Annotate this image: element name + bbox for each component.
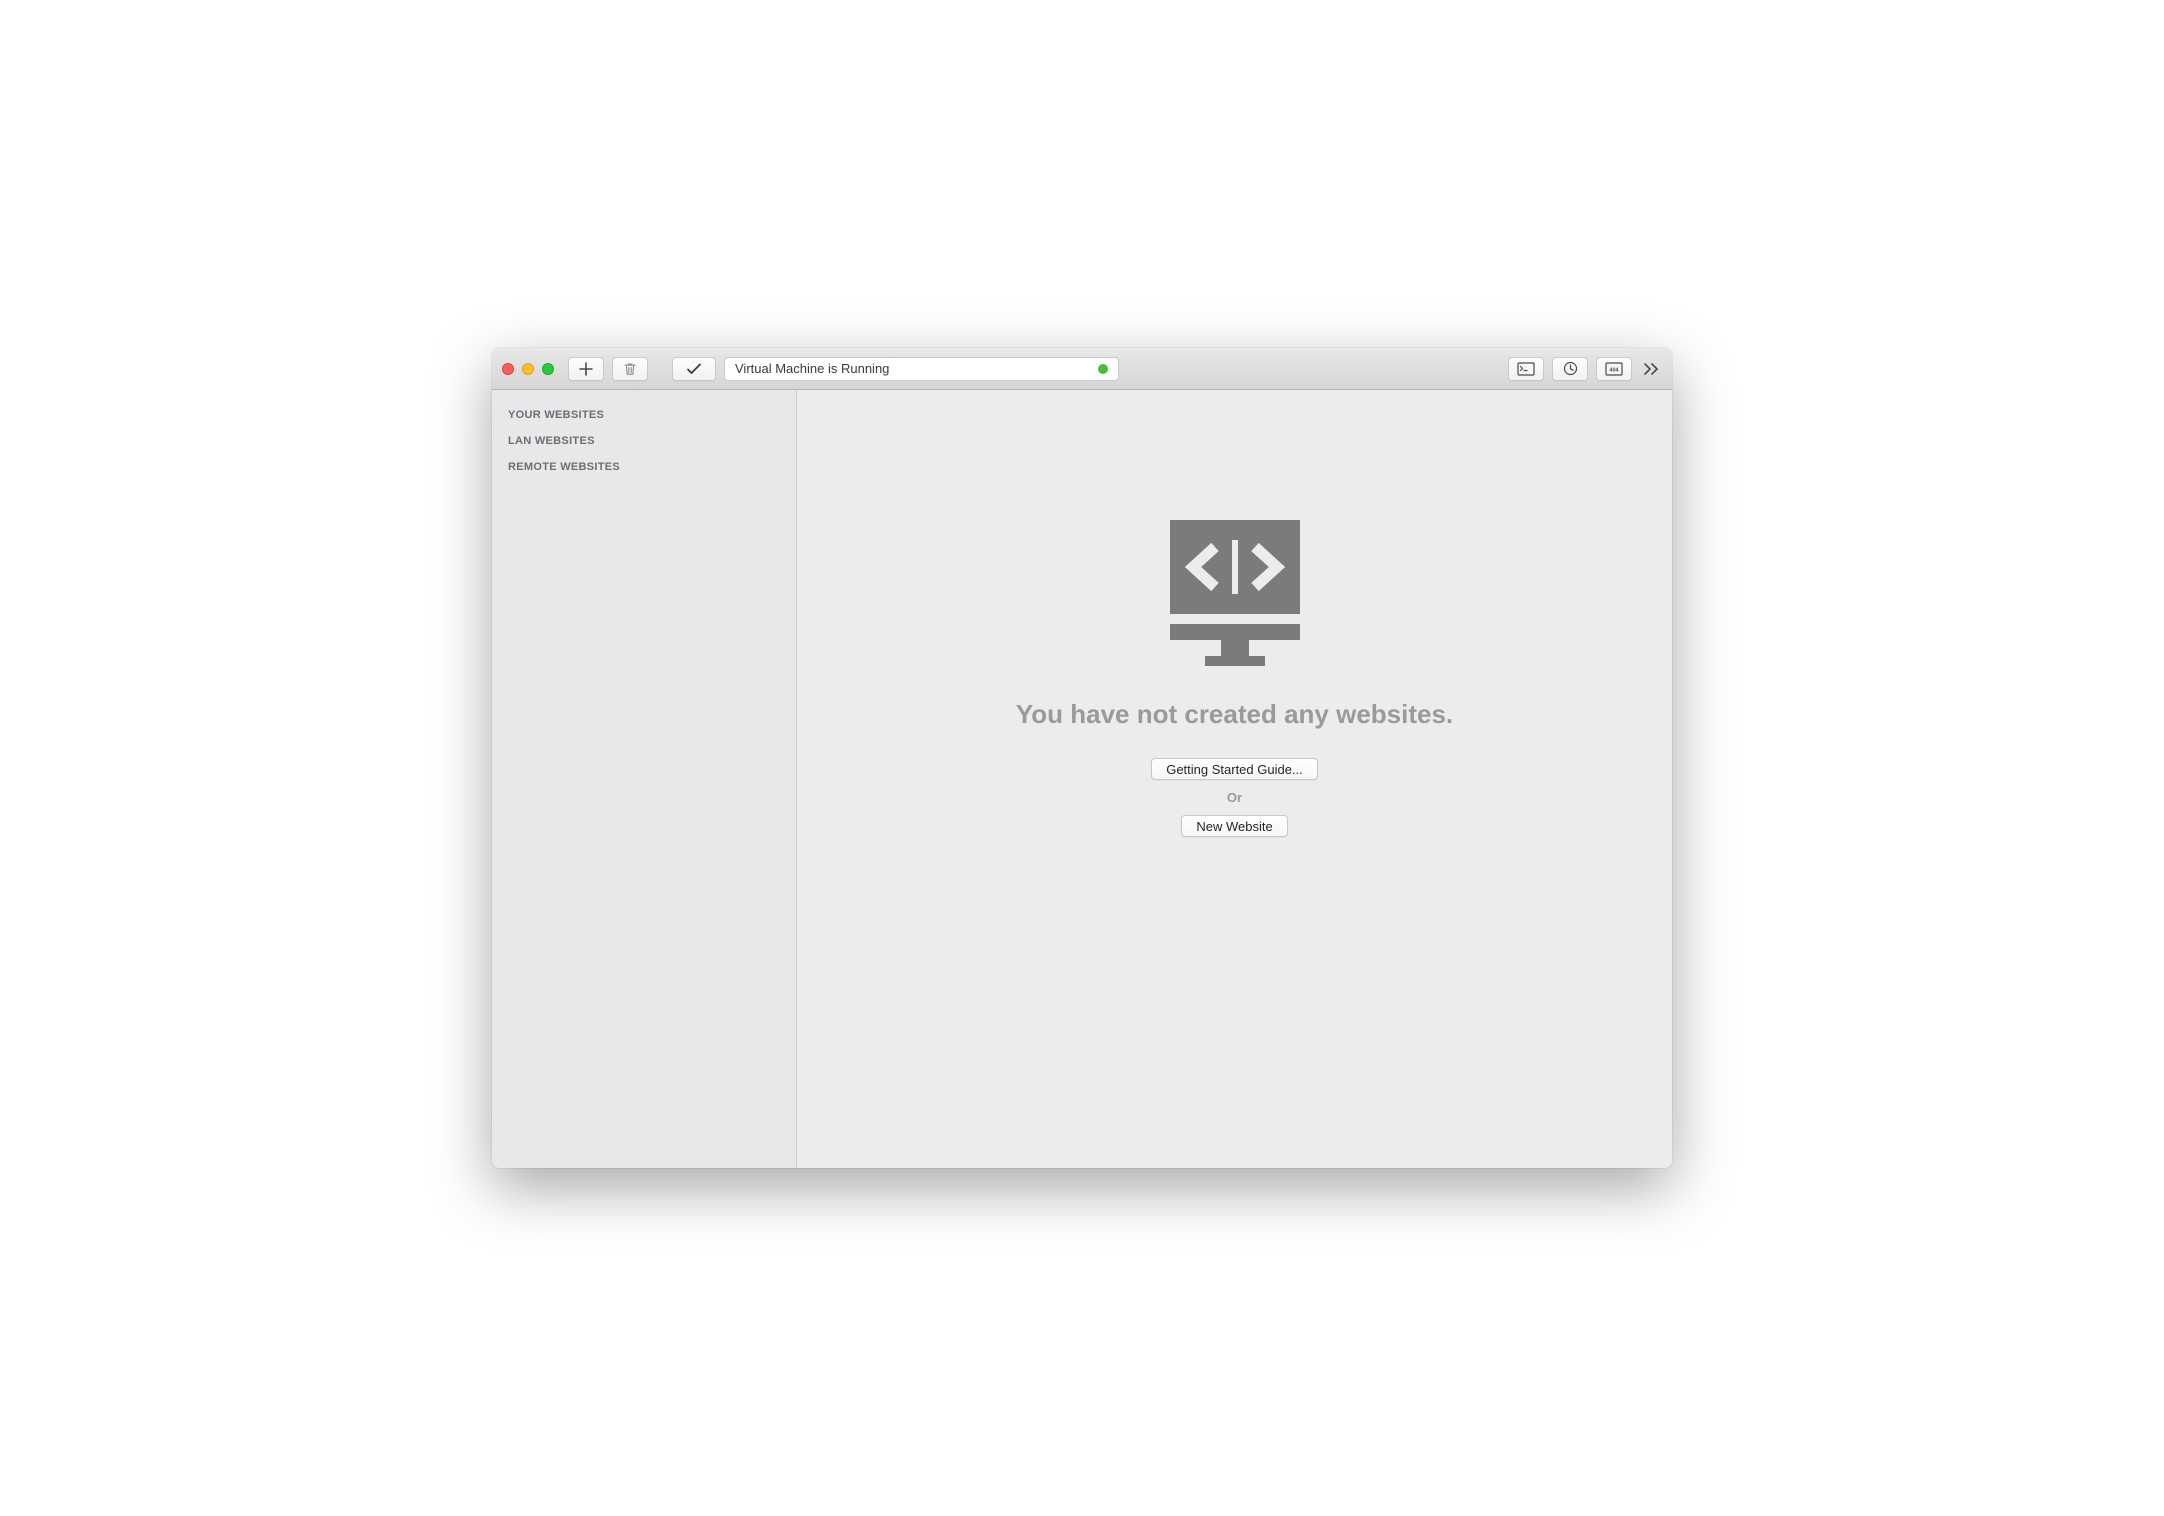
close-window-button[interactable] <box>502 363 514 375</box>
sidebar-section-remote-websites[interactable]: REMOTE WEBSITES <box>492 454 796 480</box>
sidebar-section-lan-websites[interactable]: LAN WEBSITES <box>492 428 796 454</box>
error-404-icon: 404 <box>1605 362 1623 376</box>
getting-started-button[interactable]: Getting Started Guide... <box>1151 758 1318 780</box>
zoom-window-button[interactable] <box>542 363 554 375</box>
app-window: Virtual Machine is Running 404 YOUR WEBS… <box>492 348 1672 1168</box>
toolbar-overflow-button[interactable] <box>1640 357 1662 381</box>
toolbar: Virtual Machine is Running 404 <box>492 348 1672 390</box>
or-separator: Or <box>1227 790 1242 805</box>
main-panel: You have not created any websites. Getti… <box>797 390 1672 1168</box>
delete-button[interactable] <box>612 357 648 381</box>
terminal-button[interactable] <box>1508 357 1544 381</box>
terminal-icon <box>1517 362 1535 376</box>
add-button[interactable] <box>568 357 604 381</box>
sidebar: YOUR WEBSITES LAN WEBSITES REMOTE WEBSIT… <box>492 390 797 1168</box>
history-button[interactable] <box>1552 357 1588 381</box>
svg-text:404: 404 <box>1609 367 1619 373</box>
sidebar-section-your-websites[interactable]: YOUR WEBSITES <box>492 402 796 428</box>
chevron-double-right-icon <box>1643 363 1659 375</box>
error-page-button[interactable]: 404 <box>1596 357 1632 381</box>
traffic-lights <box>502 363 554 375</box>
trash-icon <box>623 362 637 376</box>
empty-state-heading: You have not created any websites. <box>1016 699 1453 730</box>
minimize-window-button[interactable] <box>522 363 534 375</box>
clock-icon <box>1563 361 1578 376</box>
window-content: YOUR WEBSITES LAN WEBSITES REMOTE WEBSIT… <box>492 390 1672 1168</box>
status-text: Virtual Machine is Running <box>735 361 889 376</box>
apply-button[interactable] <box>672 357 716 381</box>
new-website-button[interactable]: New Website <box>1181 815 1287 837</box>
status-field[interactable]: Virtual Machine is Running <box>724 357 1119 381</box>
checkmark-icon <box>686 362 702 376</box>
plus-icon <box>579 362 593 376</box>
status-indicator-dot <box>1098 364 1108 374</box>
code-monitor-icon <box>1155 520 1315 675</box>
